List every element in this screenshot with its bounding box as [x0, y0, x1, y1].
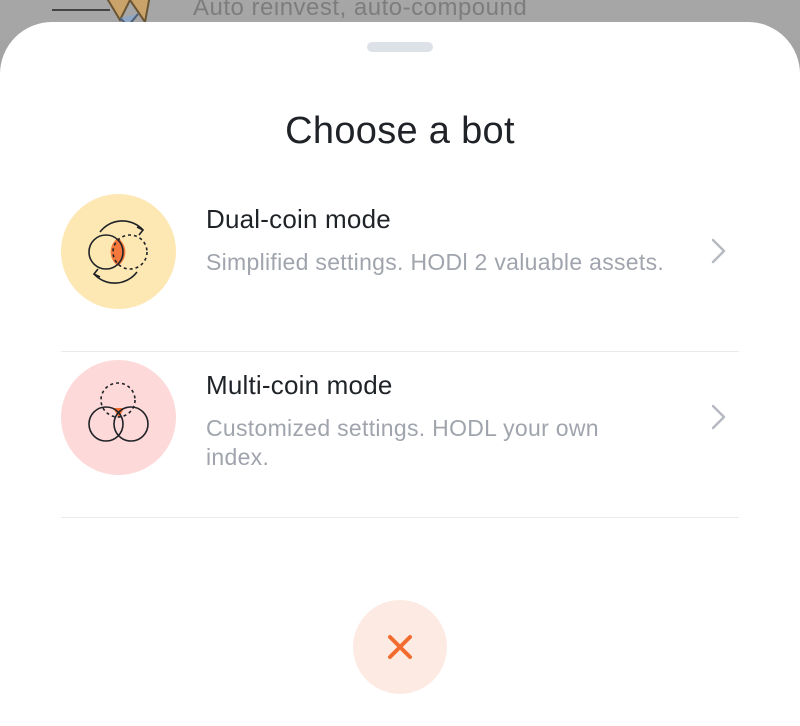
option-description: Simplified settings. HODl 2 valuable ass… [206, 249, 665, 275]
option-multi-coin-mode[interactable]: Multi-coin mode Customized settings. HOD… [61, 358, 739, 518]
chevron-right-icon [711, 404, 726, 430]
sheet-grabber[interactable] [367, 42, 433, 52]
bot-picker-sheet: Choose a bot Dual-coin mode Simplified s… [0, 22, 800, 726]
close-button[interactable] [353, 600, 447, 694]
background-subtitle: Auto reinvest, auto-compound [193, 0, 528, 21]
divider [61, 351, 739, 352]
dual-coin-icon [61, 194, 176, 309]
multi-coin-icon [61, 360, 176, 475]
option-title: Dual-coin mode [206, 204, 391, 234]
option-dual-coin-mode[interactable]: Dual-coin mode Simplified settings. HODl… [61, 192, 739, 352]
close-icon [388, 635, 412, 659]
option-description: Customized settings. HODL your own index… [206, 415, 599, 470]
chevron-right-icon [711, 238, 726, 264]
option-title: Multi-coin mode [206, 370, 393, 400]
divider [61, 517, 739, 518]
sheet-title: Choose a bot [285, 110, 515, 152]
